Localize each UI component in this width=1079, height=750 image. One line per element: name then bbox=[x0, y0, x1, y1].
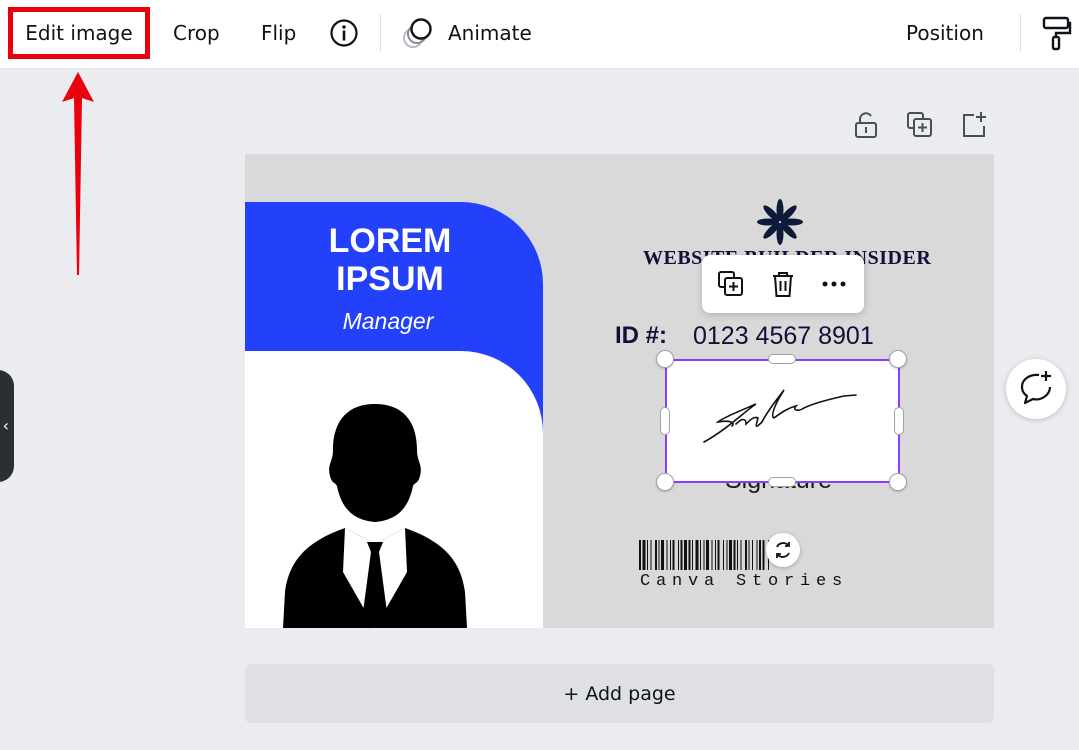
barcode-stripe bbox=[715, 540, 716, 570]
rotate-icon bbox=[776, 542, 790, 558]
barcode-stripe bbox=[670, 540, 671, 570]
comment-add-icon bbox=[1020, 371, 1052, 405]
barcode-stripe bbox=[655, 540, 657, 570]
barcode-stripe bbox=[688, 540, 691, 570]
barcode-stripe bbox=[650, 540, 652, 570]
barcode-stripe bbox=[752, 540, 753, 570]
selection-frame bbox=[665, 359, 900, 483]
info-icon[interactable] bbox=[329, 18, 359, 48]
barcode-stripe bbox=[729, 540, 732, 570]
annotation-arrow bbox=[62, 72, 94, 275]
trash-icon[interactable] bbox=[768, 269, 798, 299]
resize-handle-bottom[interactable] bbox=[768, 477, 796, 487]
barcode-stripe bbox=[692, 540, 693, 570]
edit-image-button[interactable]: Edit image bbox=[8, 7, 150, 59]
resize-handle-top[interactable] bbox=[768, 354, 796, 364]
barcode-stripe bbox=[658, 540, 660, 570]
chevron-left-icon: ‹ bbox=[2, 416, 9, 435]
rotate-button[interactable] bbox=[766, 533, 800, 567]
barcode-stripe bbox=[745, 540, 747, 570]
barcode-stripe bbox=[684, 540, 687, 570]
barcode-stripe bbox=[647, 540, 648, 570]
duplicate-icon[interactable] bbox=[716, 269, 746, 299]
barcode-stripe bbox=[748, 540, 750, 570]
brand-logo-icon bbox=[757, 199, 803, 245]
barcode-stripe bbox=[680, 540, 683, 570]
person-silhouette-icon bbox=[283, 404, 467, 628]
resize-handle-bottom-left[interactable] bbox=[656, 473, 674, 491]
name-line-1: LOREM bbox=[328, 222, 452, 260]
more-icon[interactable] bbox=[819, 269, 849, 299]
paint-roller-icon[interactable] bbox=[1040, 15, 1072, 51]
barcode-stripe bbox=[711, 540, 713, 570]
barcode-stripe bbox=[639, 540, 641, 570]
resize-handle-top-right[interactable] bbox=[889, 350, 907, 368]
barcode-stripe bbox=[717, 540, 720, 570]
barcode-stripe bbox=[703, 540, 705, 570]
resize-handle-bottom-right[interactable] bbox=[889, 473, 907, 491]
element-context-menu bbox=[702, 255, 864, 313]
barcode-stripe bbox=[737, 540, 738, 570]
id-value: 0123 4567 8901 bbox=[693, 322, 874, 350]
resize-handle-top-left[interactable] bbox=[656, 350, 674, 368]
duplicate-page-icon[interactable] bbox=[905, 110, 935, 140]
barcode-stripe bbox=[678, 540, 679, 570]
add-page-icon[interactable] bbox=[959, 110, 989, 140]
animate-icon[interactable] bbox=[401, 16, 435, 50]
position-button[interactable]: Position bbox=[906, 0, 984, 66]
barcode-stripe bbox=[666, 540, 668, 570]
barcode-stripe bbox=[672, 540, 675, 570]
add-page-button[interactable]: + Add page bbox=[245, 664, 994, 723]
id-label: ID #: bbox=[615, 322, 668, 349]
barcode-stripe bbox=[706, 540, 709, 570]
top-toolbar: Edit image Crop Flip Animate Position bbox=[0, 0, 1079, 69]
side-panel-collapse-button[interactable]: ‹ bbox=[0, 370, 14, 482]
barcode-stripe bbox=[695, 540, 699, 570]
barcode-stripe bbox=[700, 540, 701, 570]
name-line-2: IPSUM bbox=[336, 260, 444, 298]
barcode-stripe bbox=[733, 540, 736, 570]
barcode-stripe bbox=[661, 540, 664, 570]
barcode-stripe bbox=[723, 540, 724, 570]
toolbar-divider bbox=[380, 14, 381, 52]
toolbar-divider bbox=[1020, 14, 1021, 52]
barcode-stripe bbox=[756, 540, 758, 570]
barcode-stripe bbox=[759, 540, 761, 570]
resize-handle-right[interactable] bbox=[894, 407, 904, 435]
animate-button[interactable]: Animate bbox=[448, 0, 532, 66]
barcode-stripe bbox=[762, 540, 765, 570]
lock-icon[interactable] bbox=[851, 110, 881, 140]
flip-button[interactable]: Flip bbox=[261, 0, 296, 66]
barcode-stripe bbox=[642, 540, 646, 570]
resize-handle-left[interactable] bbox=[660, 407, 670, 435]
add-comment-button[interactable] bbox=[1006, 359, 1066, 419]
barcode-stripe bbox=[740, 540, 742, 570]
barcode-stripe bbox=[726, 540, 728, 570]
role-text: Manager bbox=[342, 308, 434, 334]
crop-button[interactable]: Crop bbox=[173, 0, 220, 66]
barcode-text: Canva Stories bbox=[640, 572, 849, 591]
